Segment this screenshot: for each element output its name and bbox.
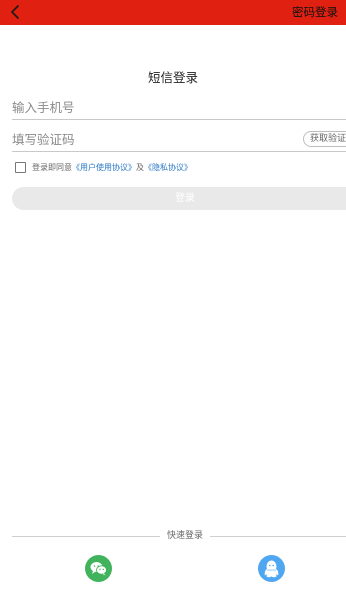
- wechat-icon: [90, 562, 107, 576]
- qq-icon: [264, 560, 279, 578]
- agree-checkbox[interactable]: [15, 161, 26, 173]
- divider-left: [12, 536, 160, 537]
- code-input[interactable]: [12, 129, 292, 150]
- page-title: 短信登录: [147, 70, 198, 85]
- privacy-policy-link[interactable]: 《隐私协议》: [144, 162, 192, 173]
- agree-conjunction: 及: [136, 162, 144, 172]
- back-button[interactable]: [6, 2, 26, 22]
- password-login-link[interactable]: 密码登录: [292, 5, 338, 19]
- divider-right: [210, 536, 346, 537]
- get-code-button[interactable]: 获取验证码: [303, 131, 346, 147]
- login-button[interactable]: 登录: [12, 187, 346, 210]
- top-bar: 密码登录: [0, 0, 346, 25]
- chevron-left-icon: [11, 5, 19, 19]
- phone-field: [12, 97, 346, 120]
- agree-prefix: 登录即同意: [32, 162, 72, 172]
- agreement-row: 登录即同意 《用户使用协议》 及 《隐私协议》: [15, 160, 192, 174]
- qq-login-button[interactable]: [258, 555, 285, 582]
- user-agreement-link[interactable]: 《用户使用协议》: [72, 162, 136, 173]
- quick-login-label: 快速登录: [166, 531, 203, 541]
- phone-input[interactable]: [12, 97, 292, 118]
- code-field: 获取验证码: [12, 129, 346, 152]
- wechat-login-button[interactable]: [85, 555, 112, 582]
